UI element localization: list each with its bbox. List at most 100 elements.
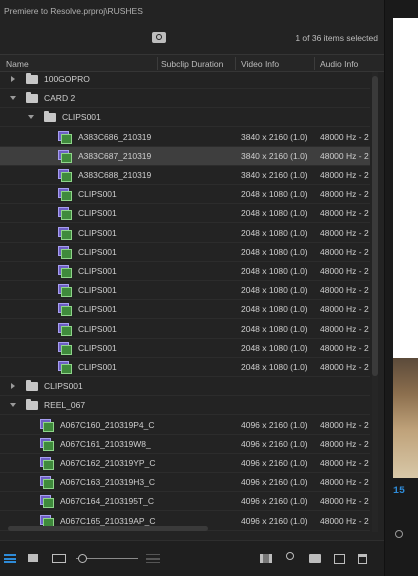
video-info: 4096 x 2160 (1.0) — [241, 458, 308, 468]
clip-row[interactable]: A383C687_210319 3840 x 2160 (1.0) 48000 Hz… — [0, 146, 370, 166]
zoom-slider-handle[interactable] — [78, 554, 87, 563]
program-monitor-frame — [393, 18, 418, 478]
column-header-subclip-duration[interactable]: Subclip Duration — [161, 59, 223, 69]
clip-icon — [58, 265, 72, 278]
list-view-icon[interactable] — [4, 554, 16, 563]
clip-row[interactable]: CLIPS001 2048 x 1080 (1.0) 48000 Hz - 2 — [0, 224, 370, 243]
audio-info: 48000 Hz - 2 — [320, 477, 369, 488]
column-divider[interactable] — [157, 57, 158, 70]
bin-row[interactable]: CARD 2 — [0, 89, 370, 109]
playhead-icon[interactable] — [395, 530, 403, 538]
clip-row[interactable]: A067C161_210319W8_ 4096 x 2160 (1.0) 48000… — [0, 435, 370, 454]
video-info: 3840 x 2160 (1.0) — [241, 170, 308, 180]
clip-name: A067C163_210319H3_C — [60, 477, 155, 488]
column-divider[interactable] — [314, 57, 315, 70]
project-panel: Premiere to Resolve.prproj\RUSHES 1 of 3… — [0, 0, 384, 576]
disclosure-open-icon[interactable] — [10, 402, 16, 408]
audio-info: 48000 Hz - 2 — [320, 458, 369, 468]
clip-row[interactable]: CLIPS001 2048 x 1080 (1.0) 48000 Hz - 2 — [0, 358, 370, 377]
scrollbar-thumb[interactable] — [372, 76, 378, 376]
program-monitor-edge: 15 — [384, 0, 418, 576]
project-toolbar — [0, 540, 384, 576]
new-item-icon[interactable] — [334, 554, 345, 564]
video-info: 4096 x 2160 (1.0) — [241, 419, 308, 430]
trash-icon[interactable] — [358, 554, 367, 564]
clip-name: CLIPS001 — [78, 266, 117, 276]
disclosure-open-icon[interactable] — [28, 114, 34, 120]
audio-info: 48000 Hz - 2 — [320, 323, 369, 334]
column-header-video-info[interactable]: Video Info — [241, 59, 279, 69]
clip-icon — [58, 149, 72, 163]
clip-row[interactable]: A383C688_210319 3840 x 2160 (1.0) 48000 Hz… — [0, 166, 370, 185]
scrollbar-thumb[interactable] — [8, 526, 208, 531]
clip-name: CLIPS001 — [78, 189, 117, 200]
clip-row[interactable]: CLIPS001 2048 x 1080 (1.0) 48000 Hz - 2 — [0, 339, 370, 358]
clip-icon — [58, 341, 72, 355]
icon-view-icon[interactable] — [28, 554, 38, 562]
video-info: 4096 x 2160 (1.0) — [241, 477, 308, 488]
disclosure-closed-icon[interactable] — [10, 383, 16, 390]
clip-row[interactable]: CLIPS001 2048 x 1080 (1.0) 48000 Hz - 2 — [0, 320, 370, 339]
clip-name: A383C688_210319 — [78, 170, 152, 180]
video-info: 4096 x 2160 (1.0) — [241, 438, 308, 449]
clip-name: CLIPS001 — [78, 227, 117, 238]
clip-row[interactable]: CLIPS001 2048 x 1080 (1.0) 48000 Hz - 2 — [0, 281, 370, 301]
video-info: 2048 x 1080 (1.0) — [241, 189, 308, 200]
clip-name: CLIPS001 — [78, 246, 117, 257]
bin-row[interactable]: REEL_067 — [0, 396, 370, 416]
clip-name: A067C161_210319W8_ — [60, 438, 151, 449]
clip-icon — [40, 437, 54, 451]
video-info: 4096 x 2160 (1.0) — [241, 515, 308, 526]
clip-name: CLIPS001 — [78, 362, 117, 372]
audio-info: 48000 Hz - 2 — [320, 170, 369, 180]
clip-name: A067C164_2103195T_C — [60, 496, 155, 507]
timecode-fragment: 15 — [393, 486, 406, 497]
video-info: 4096 x 2160 (1.0) — [241, 496, 308, 507]
video-info: 2048 x 1080 (1.0) — [241, 227, 308, 238]
bin-folder-icon — [26, 73, 38, 84]
bin-folder-icon — [26, 380, 38, 392]
clip-name: CLIPS001 — [78, 208, 117, 219]
sort-icon[interactable] — [146, 554, 160, 563]
clip-row[interactable]: CLIPS001 2048 x 1080 (1.0) 48000 Hz - 2 — [0, 262, 370, 281]
clip-row[interactable]: A067C162_210319YP_C 4096 x 2160 (1.0) 4800… — [0, 454, 370, 473]
find-icon[interactable] — [286, 552, 294, 560]
filter-bar: 1 of 36 items selected — [0, 28, 384, 48]
disclosure-open-icon[interactable] — [10, 95, 16, 101]
automate-to-sequence-icon[interactable] — [260, 554, 272, 563]
audio-info: 48000 Hz - 2 — [320, 150, 369, 161]
clip-row[interactable]: A383C686_210319 3840 x 2160 (1.0) 48000 Hz… — [0, 128, 370, 147]
clip-row[interactable]: CLIPS001 2048 x 1080 (1.0) 48000 Hz - 2 — [0, 204, 370, 224]
column-header-audio-info[interactable]: Audio Info — [320, 59, 358, 69]
clip-name: CLIPS001 — [78, 285, 117, 296]
bin-row[interactable]: CLIPS001 — [0, 108, 370, 128]
clip-name: A383C686_210319 — [78, 131, 152, 142]
vertical-scrollbar[interactable] — [372, 72, 378, 532]
clip-row[interactable]: A067C163_210319H3_C 4096 x 2160 (1.0) 4800… — [0, 473, 370, 493]
bin-name: CARD 2 — [44, 93, 76, 104]
audio-info: 48000 Hz - 2 — [320, 227, 369, 238]
clip-icon — [58, 284, 72, 298]
bin-row[interactable]: 100GOPRO — [0, 70, 370, 89]
clip-icon — [40, 495, 54, 509]
new-bin-icon[interactable] — [309, 554, 321, 563]
search-icon[interactable] — [152, 32, 166, 43]
clip-row[interactable]: CLIPS001 2048 x 1080 (1.0) 48000 Hz - 2 — [0, 300, 370, 320]
audio-info: 48000 Hz - 2 — [320, 208, 369, 219]
clip-row[interactable]: A067C160_210319P4_C 4096 x 2160 (1.0) 4800… — [0, 416, 370, 435]
freeform-view-icon[interactable] — [52, 554, 66, 563]
clip-row[interactable]: CLIPS001 2048 x 1080 (1.0) 48000 Hz - 2 — [0, 243, 370, 262]
column-header-name[interactable]: Name — [6, 59, 29, 69]
audio-info: 48000 Hz - 2 — [320, 304, 369, 315]
video-info: 3840 x 2160 (1.0) — [241, 131, 308, 142]
clip-row[interactable]: CLIPS001 2048 x 1080 (1.0) 48000 Hz - 2 — [0, 185, 370, 205]
clip-row[interactable]: A067C164_2103195T_C 4096 x 2160 (1.0) 4800… — [0, 492, 370, 512]
disclosure-closed-icon[interactable] — [10, 76, 16, 82]
clip-icon — [58, 188, 72, 202]
clip-name: A383C687_210319 — [78, 150, 152, 161]
horizontal-scrollbar[interactable] — [8, 526, 370, 532]
audio-info: 48000 Hz - 2 — [320, 285, 369, 296]
video-info: 2048 x 1080 (1.0) — [241, 285, 308, 296]
column-divider[interactable] — [235, 57, 236, 70]
bin-row[interactable]: CLIPS001 — [0, 377, 370, 397]
